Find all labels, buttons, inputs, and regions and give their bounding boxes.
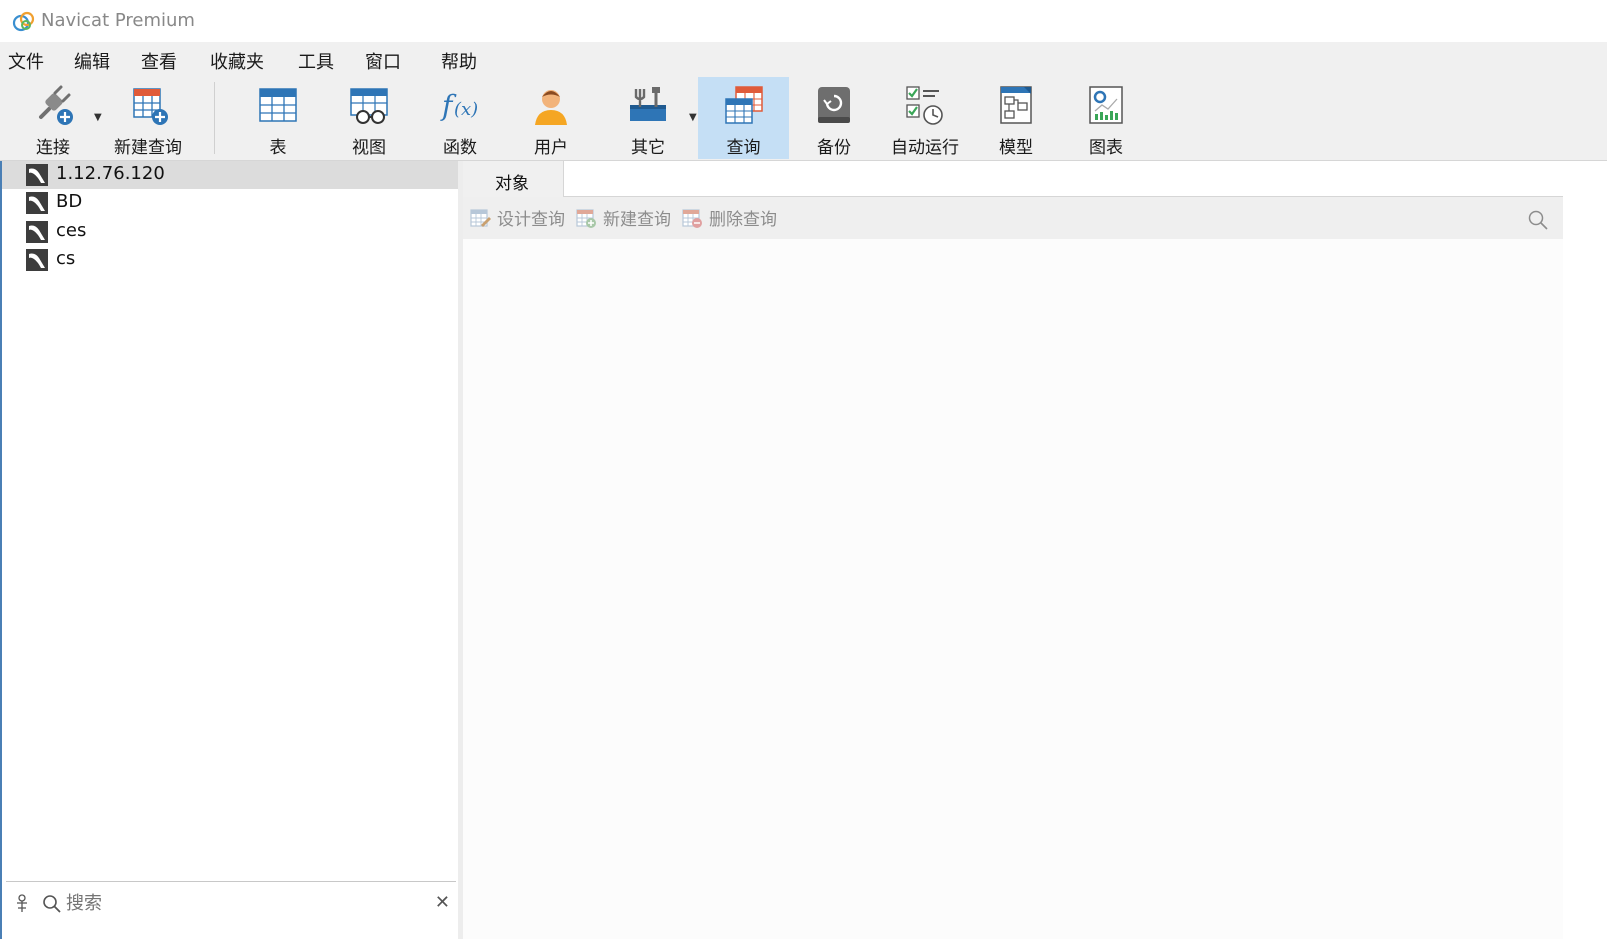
delete-query-icon <box>682 209 702 228</box>
menu-tools[interactable]: 工具 <box>298 48 334 74</box>
menu-favorites[interactable]: 收藏夹 <box>210 48 264 74</box>
view-icon <box>350 88 388 124</box>
connection-name: BD <box>56 191 83 212</box>
design-query-icon <box>470 209 491 227</box>
menu-bar: 文件 编辑 查看 收藏夹 工具 窗口 帮助 <box>0 42 1607 76</box>
tools-icon <box>630 87 666 121</box>
user-label: 用户 <box>534 138 568 158</box>
function-label: 函数 <box>443 138 477 158</box>
design-query-button[interactable]: 设计查询 <box>469 205 569 231</box>
mysql-connection-icon <box>26 221 48 243</box>
menu-edit[interactable]: 编辑 <box>74 48 110 74</box>
menu-view[interactable]: 查看 <box>141 48 177 74</box>
new-query-object-button[interactable]: 新建查询 <box>575 205 675 231</box>
view-button[interactable]: 视图 <box>329 77 409 159</box>
connection-tree-panel: 1.12.76.120 BD ces cs ✕ <box>0 161 460 939</box>
new-query-label: 新建查询 <box>114 138 182 158</box>
menu-window[interactable]: 窗口 <box>365 48 401 74</box>
model-button[interactable]: 模型 <box>976 77 1056 159</box>
delete-query-label: 删除查询 <box>709 210 777 230</box>
table-button[interactable]: 表 <box>238 77 318 159</box>
tab-strip: 对象 <box>463 161 1564 197</box>
query-icon <box>724 86 763 124</box>
model-icon <box>1000 86 1032 124</box>
connection-item[interactable]: ces <box>2 218 460 246</box>
connection-search-input[interactable] <box>64 892 368 915</box>
query-button[interactable]: 查询 <box>698 77 789 159</box>
backup-icon <box>818 87 850 123</box>
automation-label: 自动运行 <box>891 138 959 158</box>
title-bar: Navicat Premium <box>0 0 1607 42</box>
window-title: Navicat Premium <box>41 10 195 31</box>
tab-strip-empty-area <box>563 161 1564 197</box>
connection-item[interactable]: BD <box>2 189 460 217</box>
connection-item[interactable]: 1.12.76.120 <box>2 161 460 189</box>
filter-icon[interactable] <box>14 894 30 914</box>
connection-name: ces <box>56 220 87 241</box>
plug-connect-icon <box>39 85 73 125</box>
mysql-connection-icon <box>26 192 48 214</box>
backup-button[interactable]: 备份 <box>794 77 874 159</box>
automation-schedule-icon <box>906 86 943 125</box>
query-label: 查询 <box>726 138 761 158</box>
other-button[interactable]: 其它 <box>608 77 688 159</box>
main-toolbar: 连接 ▼ 新建查询 表 视图 f (x) 函数 用户 其它 ▼ 查询 备份 自动… <box>0 76 1607 161</box>
mysql-connection-icon <box>26 249 48 271</box>
backup-label: 备份 <box>817 138 851 158</box>
tab-objects[interactable]: 对象 <box>463 161 563 197</box>
design-query-label: 设计查询 <box>497 210 565 230</box>
search-icon <box>43 895 61 913</box>
new-query-icon <box>576 209 596 228</box>
function-fx-icon: f (x) <box>440 89 478 122</box>
connection-item[interactable]: cs <box>2 246 460 274</box>
connection-name: 1.12.76.120 <box>56 163 165 184</box>
search-icon[interactable] <box>1527 209 1549 231</box>
mysql-connection-icon <box>26 164 48 186</box>
svg-text:(x): (x) <box>454 99 478 120</box>
view-label: 视图 <box>352 138 386 158</box>
chart-button[interactable]: 图表 <box>1066 77 1146 159</box>
user-icon <box>535 90 567 125</box>
menu-help[interactable]: 帮助 <box>441 48 477 74</box>
right-edge-area <box>1563 161 1607 939</box>
connection-name: cs <box>56 248 76 269</box>
chart-icon <box>1089 86 1123 124</box>
delete-query-button[interactable]: 删除查询 <box>681 205 781 231</box>
connect-button[interactable]: 连接 <box>14 77 92 159</box>
model-label: 模型 <box>999 138 1033 158</box>
object-list-area[interactable] <box>463 239 1563 939</box>
object-toolbar: 设计查询 新建查询 删除查询 <box>463 197 1563 239</box>
other-dropdown-icon[interactable]: ▼ <box>689 112 697 123</box>
connection-search-bar: ✕ <box>6 881 456 922</box>
function-button[interactable]: f (x) 函数 <box>420 77 500 159</box>
table-label: 表 <box>269 138 287 158</box>
new-query-button[interactable]: 新建查询 <box>108 77 188 159</box>
clear-search-icon[interactable]: ✕ <box>435 892 450 913</box>
table-icon <box>259 88 297 122</box>
connect-label: 连接 <box>36 138 70 158</box>
chart-label: 图表 <box>1089 138 1123 158</box>
new-query-object-label: 新建查询 <box>603 210 671 230</box>
automation-button[interactable]: 自动运行 <box>880 77 970 159</box>
menu-file[interactable]: 文件 <box>8 48 44 74</box>
object-panel: 对象 设计查询 新建查询 删除查询 <box>463 161 1607 939</box>
other-label: 其它 <box>631 138 665 158</box>
connect-dropdown-icon[interactable]: ▼ <box>94 112 102 123</box>
navicat-logo-icon <box>12 11 35 32</box>
user-button[interactable]: 用户 <box>511 77 591 159</box>
tab-objects-label: 对象 <box>495 174 529 194</box>
toolbar-divider <box>214 82 215 154</box>
new-query-icon <box>133 88 168 125</box>
